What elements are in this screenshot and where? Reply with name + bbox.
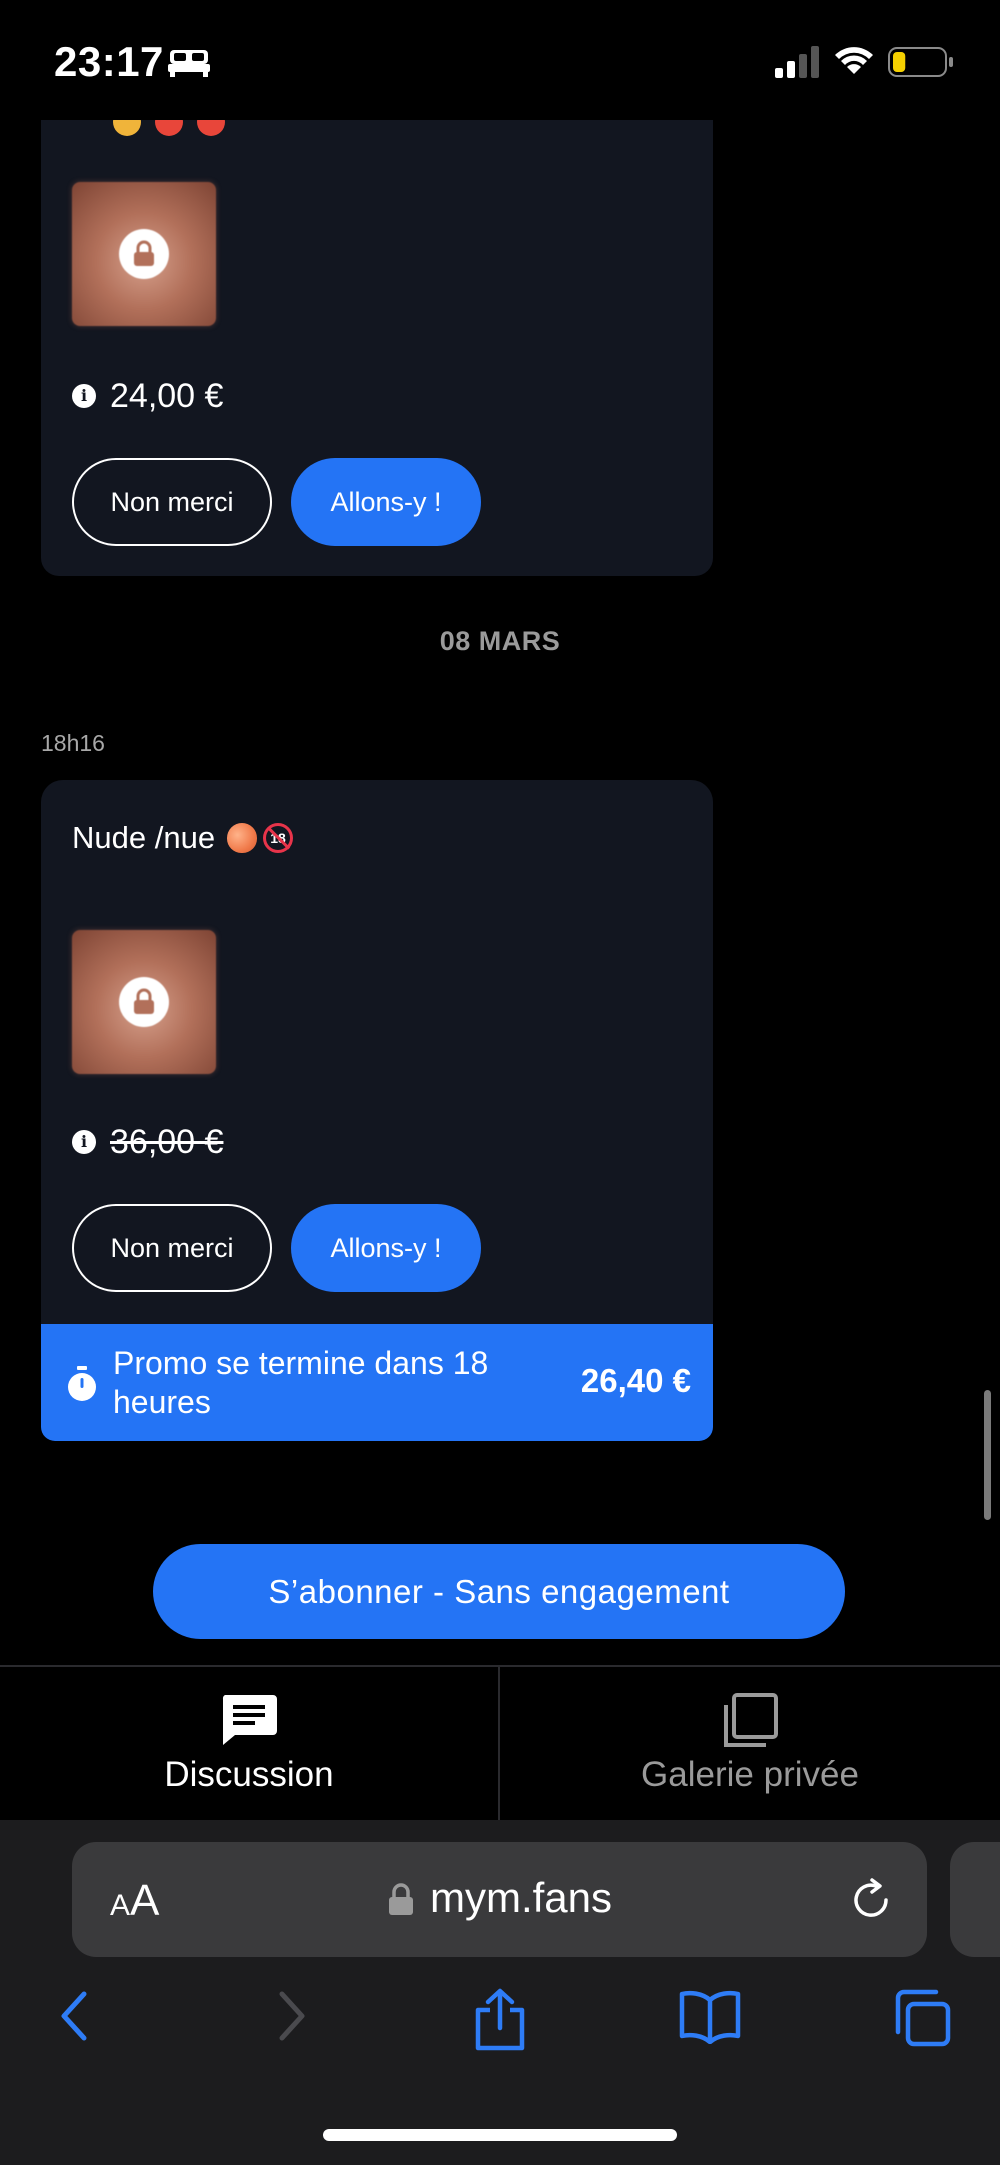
browser-toolbar: AA mym.fans (0, 1820, 1000, 2165)
accept-button[interactable]: Allons-y ! (291, 1204, 481, 1292)
lock-icon (119, 229, 169, 279)
next-tab-preview[interactable] (950, 1842, 1000, 1957)
tab-label: Discussion (164, 1755, 334, 1794)
aa-small: A (110, 1889, 131, 1922)
chat-icon (222, 1695, 277, 1745)
message-title-text: Nude /nue (72, 820, 216, 855)
accept-button[interactable]: Allons-y ! (291, 458, 481, 546)
decline-button[interactable]: Non merci (72, 458, 272, 546)
price-row: i 36,00 € (72, 1122, 223, 1162)
status-time: 23:17 (54, 38, 164, 85)
signal-icon (775, 46, 819, 78)
battery-icon (888, 47, 953, 77)
decline-button[interactable]: Non merci (72, 1204, 272, 1292)
reader-settings-button[interactable]: AA (110, 1876, 159, 1926)
message-title: Nude /nue 18 (72, 820, 294, 856)
lock-icon (389, 1883, 413, 1915)
status-bar: 23:17 (0, 0, 1000, 120)
forward-icon[interactable] (274, 1988, 310, 2044)
lock-icon (119, 977, 169, 1027)
price-row: i 24,00 € (72, 376, 223, 416)
timer-icon (68, 1366, 96, 1401)
info-icon[interactable]: i (72, 384, 96, 408)
price: 24,00 € (110, 376, 224, 415)
wifi-icon (835, 47, 873, 74)
home-indicator[interactable] (323, 2129, 677, 2141)
url-text: mym.fans (430, 1874, 613, 1921)
aa-big: A (130, 1876, 160, 1925)
chat-thread[interactable]: i 24,00 € Non merci Allons-y ! 08 MARS 1… (0, 108, 1000, 1665)
address-bar[interactable]: AA mym.fans (72, 1842, 927, 1957)
message-card: Nude /nue 18 i 36,00 € Non merci Allons-… (41, 780, 713, 1324)
tabs-icon[interactable] (892, 1988, 952, 2048)
bookmarks-icon[interactable] (678, 1988, 742, 2044)
back-icon[interactable] (56, 1988, 92, 2044)
original-price: 36,00 € (110, 1122, 224, 1161)
locked-media-thumbnail[interactable] (72, 930, 216, 1074)
promo-text: Promo se termine dans 18 heures (113, 1345, 489, 1420)
scrollbar[interactable] (984, 1390, 991, 1520)
peach-emoji-icon (227, 823, 258, 853)
tab-bar: Discussion Galerie privée (0, 1665, 1000, 1822)
tab-label: Galerie privée (641, 1755, 859, 1794)
info-icon[interactable]: i (72, 1130, 96, 1154)
share-icon[interactable] (472, 1988, 528, 2052)
reload-icon[interactable] (850, 1878, 894, 1924)
date-separator: 08 MARS (439, 626, 561, 656)
tab-discussion[interactable]: Discussion (0, 1667, 500, 1822)
message-time: 18h16 (41, 730, 105, 756)
promo-banner: Promo se termine dans 18 heures 26,40 € (41, 1324, 713, 1441)
no-under-18-icon: 18 (263, 823, 294, 853)
subscribe-button[interactable]: S’abonner - Sans engagement (153, 1544, 845, 1639)
bed-icon (168, 50, 210, 77)
locked-media-thumbnail[interactable] (72, 182, 216, 326)
gallery-icon (724, 1693, 778, 1747)
message-card: i 24,00 € Non merci Allons-y ! (41, 108, 713, 576)
promo-price: 26,40 € (580, 1362, 691, 1399)
tab-gallery[interactable]: Galerie privée (500, 1667, 1000, 1822)
